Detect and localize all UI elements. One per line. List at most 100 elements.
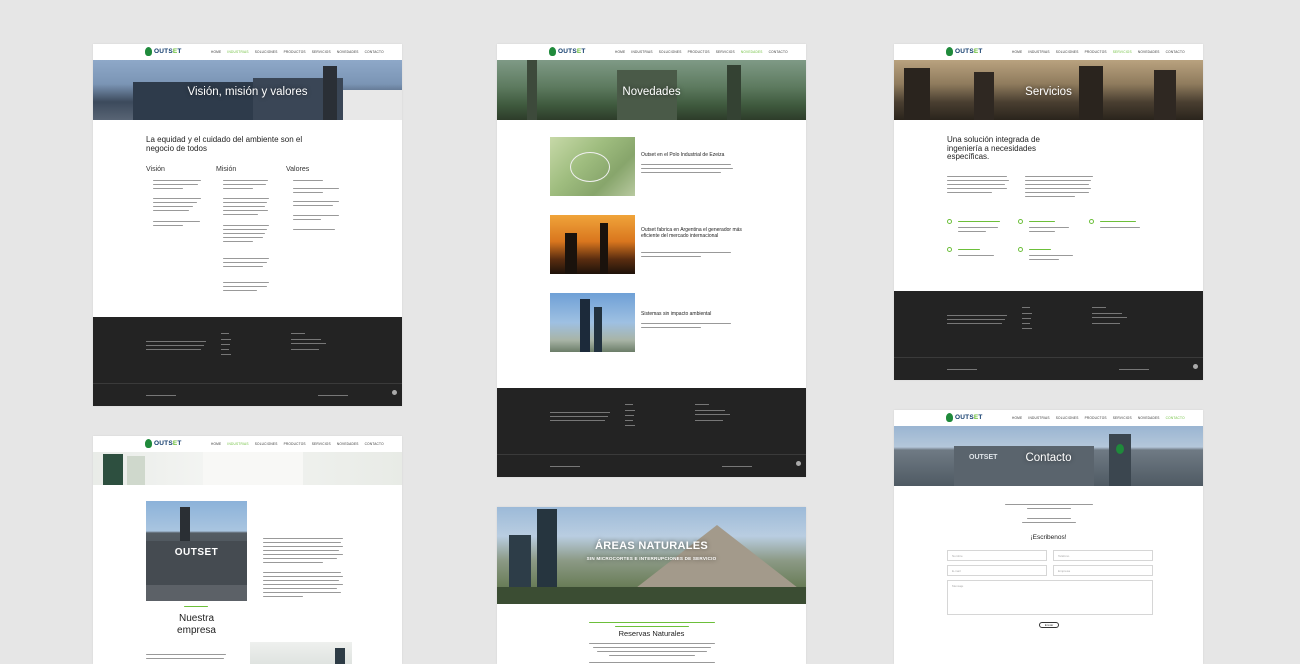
section-heading: Una solución integrada de ingeniería a n… [947,135,1040,161]
scroll-top-button[interactable] [796,461,801,466]
page-areas-naturales: ÁREAS NATURALES SIN MICROCORTES E INTERR… [497,507,806,664]
hero-title: Servicios [1025,86,1072,98]
menu-item-home[interactable]: Home [1012,50,1022,54]
menu-item-home[interactable]: Home [211,50,221,54]
menu-item-productos[interactable]: Productos [688,50,710,54]
message-field[interactable]: Mensaje [947,580,1153,615]
news-title-1[interactable]: Outset en el Polo Industrial de Ezeiza [641,152,751,158]
menu-item-novedades[interactable]: Novedades [741,50,763,54]
menu-item-novedades[interactable]: Novedades [337,50,359,54]
submit-button[interactable]: Enviar [1039,622,1059,628]
logo[interactable]: OUTSET [145,439,182,448]
menu-item-industrias[interactable]: Industrias [227,50,248,54]
main-menu: Home Industrias Soluciones Productos Ser… [615,50,788,54]
hero-title: Contacto [1025,452,1072,464]
hero-banner: Novedades [497,60,806,120]
name-placeholder: Nombre [952,554,963,558]
form-cta: ¡Escribenos! [1030,534,1067,541]
vision-title: Visión [146,166,165,173]
second-image [250,642,352,664]
phone-placeholder: Teléfono [1058,554,1070,558]
menu-item-industrias[interactable]: Industrias [227,442,248,446]
menu-item-contacto[interactable]: Contacto [1166,50,1185,54]
menu-item-soluciones[interactable]: Soluciones [255,50,278,54]
email-placeholder: E-mail [952,569,961,573]
menu-item-productos[interactable]: Productos [1085,416,1107,420]
main-menu: Home Industrias Soluciones Productos Ser… [211,50,384,54]
menu-item-productos[interactable]: Productos [284,50,306,54]
logo-icon [946,413,953,422]
main-menu: Home Industrias Soluciones Productos Ser… [1012,50,1185,54]
logo[interactable]: OUTSET [549,47,586,56]
menu-item-contacto[interactable]: Contacto [365,442,384,446]
menu-item-home[interactable]: Home [1012,416,1022,420]
scroll-top-button[interactable] [1193,364,1198,369]
nav-bar: OUTSET Home Industrias Soluciones Produc… [894,44,1203,60]
menu-item-productos[interactable]: Productos [284,442,306,446]
menu-item-home[interactable]: Home [615,50,625,54]
nav-bar: OUTSET Home Industrias Soluciones Produc… [93,44,402,60]
mision-title: Misión [216,166,237,173]
menu-item-servicios[interactable]: Servicios [1113,50,1132,54]
message-placeholder: Mensaje [952,584,964,588]
nav-bar: OUTSET Home Industrias Soluciones Produc… [894,410,1203,426]
page-contacto: OUTSET Home Industrias Soluciones Produc… [894,410,1203,664]
service-icon [1018,247,1023,252]
service-icon [1018,219,1023,224]
menu-item-servicios[interactable]: Servicios [312,442,331,446]
logo-text: OUTSET [955,48,983,55]
email-field[interactable]: E-mail [947,565,1047,576]
phone-field[interactable]: Teléfono [1053,550,1153,561]
logo-text: OUTSET [154,48,182,55]
logo-text: OUTSET [955,414,983,421]
company-heading: Nuestra empresa [146,613,247,637]
valores-title: Valores [286,166,310,173]
menu-item-servicios[interactable]: Servicios [1113,416,1132,420]
menu-item-novedades[interactable]: Novedades [1138,416,1160,420]
page-vision-mision: OUTSET Home Industrias Soluciones Produc… [93,44,402,406]
menu-item-soluciones[interactable]: Soluciones [659,50,682,54]
logo-text: OUTSET [558,48,586,55]
news-title-3[interactable]: Sistemas sin impacto ambiental [641,311,751,317]
hero-title: Novedades [622,86,681,98]
footer [93,317,402,406]
hero-banner [93,452,402,485]
menu-item-soluciones[interactable]: Soluciones [255,442,278,446]
menu-item-industrias[interactable]: Industrias [1028,416,1049,420]
menu-item-productos[interactable]: Productos [1085,50,1107,54]
main-menu: Home Industrias Soluciones Productos Ser… [211,442,384,446]
menu-item-home[interactable]: Home [211,442,221,446]
logo-text: OUTSET [154,440,182,447]
menu-item-soluciones[interactable]: Soluciones [1056,416,1079,420]
menu-item-contacto[interactable]: Contacto [1166,416,1185,420]
company-sign: OUTSET [174,547,219,558]
company-field[interactable]: Empresa [1053,565,1153,576]
menu-item-contacto[interactable]: Contacto [365,50,384,54]
hero-banner: Visión, misión y valores [93,60,402,120]
menu-item-novedades[interactable]: Novedades [1138,50,1160,54]
menu-item-soluciones[interactable]: Soluciones [1056,50,1079,54]
hero-subtitle: SIN MICROCORTES E INTERRUPCIONES DE SERV… [586,556,717,561]
hero-title: Visión, misión y valores [187,86,308,98]
section-title: Reservas Naturales [618,629,685,638]
logo-icon [946,47,953,56]
news-image-1[interactable] [550,137,635,196]
menu-item-contacto[interactable]: Contacto [769,50,788,54]
menu-item-industrias[interactable]: Industrias [1028,50,1049,54]
news-image-3[interactable] [550,293,635,352]
menu-item-servicios[interactable]: Servicios [716,50,735,54]
name-field[interactable]: Nombre [947,550,1047,561]
logo[interactable]: OUTSET [946,47,983,56]
logo[interactable]: OUTSET [145,47,182,56]
page-servicios: OUTSET Home Industrias Soluciones Produc… [894,44,1203,380]
logo[interactable]: OUTSET [946,413,983,422]
menu-item-servicios[interactable]: Servicios [312,50,331,54]
menu-item-novedades[interactable]: Novedades [337,442,359,446]
news-title-2[interactable]: Outset fabrica en Argentina el generador… [641,227,751,239]
footer [894,291,1203,380]
scroll-top-button[interactable] [392,390,397,395]
news-image-2[interactable] [550,215,635,274]
nav-bar: OUTSET Home Industrias Soluciones Produc… [93,436,402,452]
page-novedades: OUTSET Home Industrias Soluciones Produc… [497,44,806,477]
menu-item-industrias[interactable]: Industrias [631,50,652,54]
